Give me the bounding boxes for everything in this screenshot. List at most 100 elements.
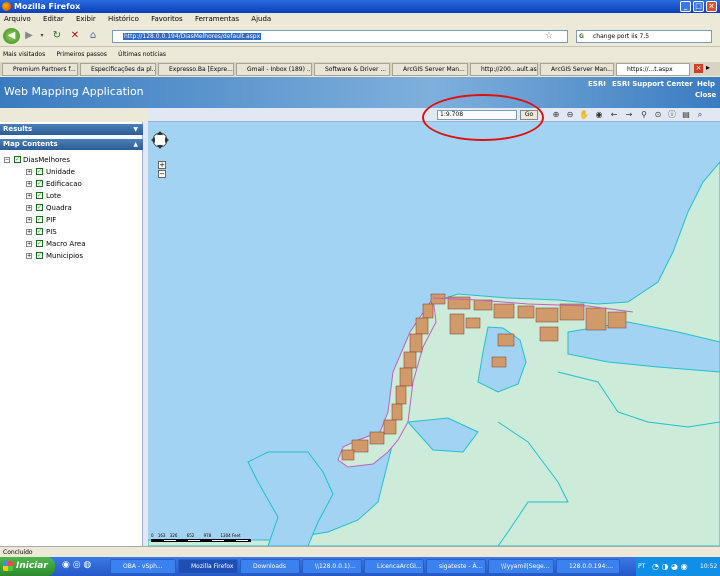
map-view[interactable]: + − 0 163 326 652 978 1304 Feet [148, 122, 720, 546]
task-button[interactable]: Mozilla Firefox [178, 559, 238, 574]
map-contents-panel-header[interactable]: Map Contents ▲ [0, 139, 143, 150]
start-button[interactable]: Iniciar [0, 557, 55, 576]
task-button[interactable]: 128.0.0.194:... [556, 559, 620, 574]
back-icon[interactable]: ◀ [3, 28, 20, 44]
link-help[interactable]: Help [697, 80, 715, 88]
close-icon[interactable]: × [706, 1, 717, 12]
tab-3[interactable]: Expresso.Ba [Expre... [158, 63, 234, 76]
link-close[interactable]: Close [695, 91, 716, 99]
task-button[interactable]: \\128.0.0.1)... [302, 559, 362, 574]
layer-checkbox[interactable]: ✓ [36, 168, 43, 175]
quicklaunch-icons[interactable]: ◉ ◎ ◍ [62, 560, 91, 570]
collapse-icon[interactable]: ▲ [133, 139, 138, 150]
collapse-node-icon[interactable]: − [4, 157, 10, 163]
task-button[interactable]: Downloads [240, 559, 300, 574]
expand-node-icon[interactable]: + [26, 241, 32, 247]
layer-label: Edificacao [46, 180, 82, 188]
results-panel-header[interactable]: Results ▼ [0, 124, 143, 135]
bookmark-mais-visitados[interactable]: Mais visitados [3, 51, 45, 58]
windows-logo-icon [3, 561, 13, 571]
layer-checkbox[interactable]: ✓ [36, 240, 43, 247]
zoom-in-button[interactable]: + [158, 161, 166, 169]
tab-5[interactable]: Software & Driver ... [314, 63, 390, 76]
google-search-icon[interactable]: G [579, 31, 584, 42]
layer-label: PIF [46, 216, 57, 224]
menu-exibir[interactable]: Exibir [76, 15, 96, 23]
menu-ajuda[interactable]: Ajuda [251, 15, 271, 23]
layer-checkbox[interactable]: ✓ [36, 204, 43, 211]
search-input[interactable]: G change port iis 7.5 [576, 30, 712, 43]
menu-arquivo[interactable]: Arquivo [4, 15, 31, 23]
layer-checkbox[interactable]: ✓ [36, 192, 43, 199]
expand-node-icon[interactable]: + [26, 181, 32, 187]
pan-hand-icon[interactable]: ✋ [579, 110, 589, 120]
identify-icon[interactable]: ⊙ [653, 110, 663, 120]
print-icon[interactable]: ▤ [681, 110, 691, 120]
maximize-icon[interactable]: □ [693, 1, 704, 12]
menu-favoritos[interactable]: Favoritos [151, 15, 183, 23]
expand-node-icon[interactable]: + [26, 169, 32, 175]
expand-node-icon[interactable]: + [26, 193, 32, 199]
layer-checkbox[interactable]: ✓ [14, 156, 21, 163]
tray-icons[interactable]: ◔ ◑ ◕ ◉ [652, 557, 688, 576]
expand-node-icon[interactable]: + [26, 229, 32, 235]
tab-7[interactable]: http://200...ault.aspx [470, 63, 538, 76]
tab-1[interactable]: Premium Partners f... [2, 63, 78, 76]
task-button[interactable]: OBA - vSph... [110, 559, 176, 574]
bookmark-primeiros-passos[interactable]: Primeiros passos [56, 51, 106, 58]
forward-icon[interactable]: ▶ [23, 28, 35, 44]
expand-node-icon[interactable]: + [26, 217, 32, 223]
forward-extent-icon[interactable]: → [624, 110, 634, 120]
bookmark-star-icon[interactable]: ☆ [545, 31, 553, 42]
search-map-icon[interactable]: ⌕ [695, 110, 705, 120]
task-button[interactable]: sigateste - Á... [426, 559, 486, 574]
task-button[interactable]: LicencaArcGI... [364, 559, 424, 574]
reload-icon[interactable]: ↻ [50, 28, 64, 44]
scale-tick: 652 [186, 533, 195, 538]
layer-checkbox[interactable]: ✓ [36, 252, 43, 259]
stop-icon[interactable]: ✕ [68, 28, 82, 44]
bookmark-ultimas-noticias[interactable]: Últimas notícias [118, 51, 166, 58]
window-title-bar: Mozilla Firefox _ □ × [0, 0, 720, 13]
menu-editar[interactable]: Editar [43, 15, 64, 23]
clock[interactable]: 10:52 [700, 557, 717, 576]
menu-ferramentas[interactable]: Ferramentas [195, 15, 239, 23]
link-esri-support-center[interactable]: ESRI Support Center [612, 80, 693, 88]
tab-8[interactable]: ArcGIS Server Man... [540, 63, 614, 76]
expand-node-icon[interactable]: + [26, 253, 32, 259]
back-extent-icon[interactable]: ← [609, 110, 619, 120]
zoom-in-icon[interactable]: ⊕ [551, 110, 561, 120]
full-extent-icon[interactable]: ◉ [594, 110, 604, 120]
task-button[interactable]: \\lyyamil|Sege... [488, 559, 554, 574]
layer-row-pis: + ✓ PIS [0, 226, 143, 238]
info-icon[interactable]: ⓘ [667, 110, 677, 120]
layer-checkbox[interactable]: ✓ [36, 216, 43, 223]
home-icon[interactable]: ⌂ [86, 28, 100, 44]
tab-2[interactable]: Especificações da pl... [80, 63, 156, 76]
layer-checkbox[interactable]: ✓ [36, 228, 43, 235]
scale-tick: 1304 Feet [220, 533, 241, 538]
scale-bar-graphic [151, 539, 251, 542]
layer-checkbox[interactable]: ✓ [36, 180, 43, 187]
collapse-icon[interactable]: ▼ [133, 124, 138, 135]
tab-list-icon[interactable]: ▸ [706, 63, 710, 72]
layer-label: Unidade [46, 168, 75, 176]
url-bar[interactable]: http://128.0.0.194/DiasMelhores/default.… [112, 30, 568, 43]
navigation-toolbar: ◀ ▶ ▾ ↻ ✕ ⌂ http://128.0.0.194/DiasMelho… [0, 25, 720, 47]
expand-node-icon[interactable]: + [26, 205, 32, 211]
close-tab-icon[interactable]: × [694, 64, 703, 73]
pan-arrows-icon[interactable] [150, 130, 170, 150]
minimize-icon[interactable]: _ [680, 1, 691, 12]
tab-active[interactable]: https://...t.aspx [616, 63, 690, 76]
tab-4[interactable]: Gmail - Inbox (189) ... [236, 63, 312, 76]
link-esri[interactable]: ESRI [588, 80, 606, 88]
zoom-out-button[interactable]: − [158, 170, 166, 178]
menu-historico[interactable]: Histórico [108, 15, 139, 23]
status-text: Concluído [3, 549, 33, 556]
language-indicator[interactable]: PT [638, 557, 645, 576]
history-dropdown-icon[interactable]: ▾ [38, 28, 46, 44]
measure-icon[interactable]: ⚲ [639, 110, 649, 120]
pan-control[interactable] [150, 130, 170, 150]
tab-6[interactable]: ArcGIS Server Man... [392, 63, 468, 76]
zoom-out-icon[interactable]: ⊖ [565, 110, 575, 120]
